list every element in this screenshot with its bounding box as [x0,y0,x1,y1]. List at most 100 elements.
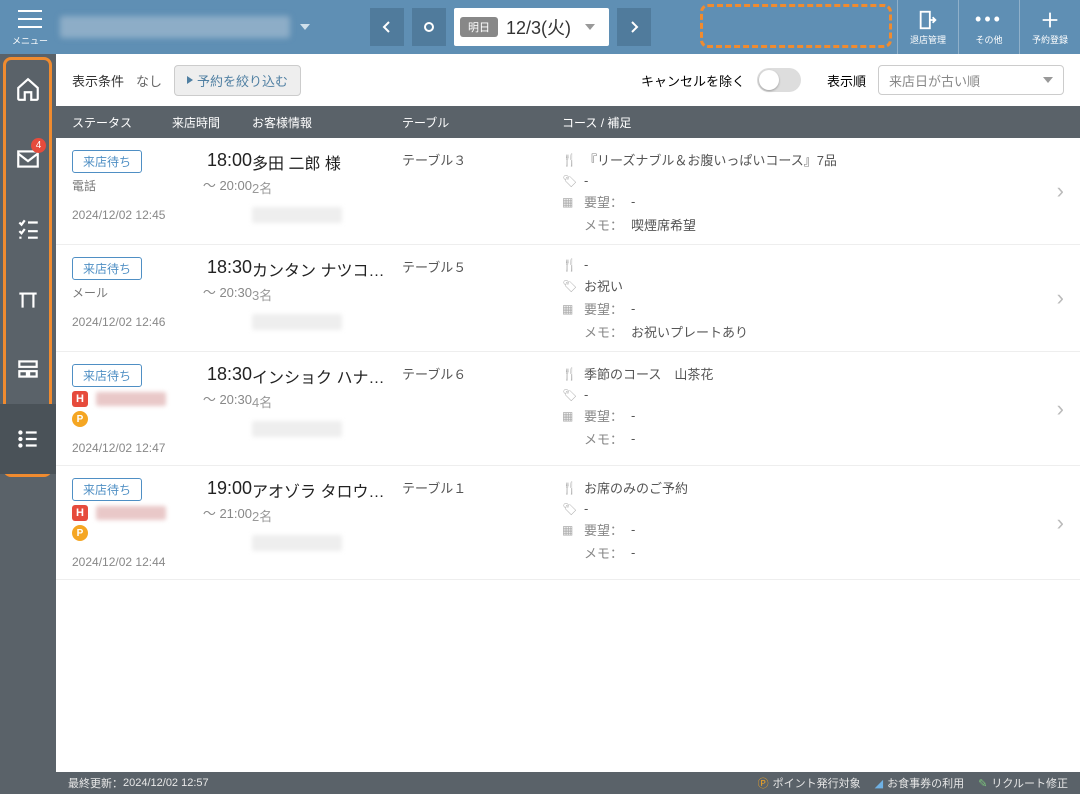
sidebar-table[interactable] [0,264,56,334]
filter-label: 表示条件 [72,71,124,90]
arrival-time: 19:00 [207,478,252,499]
status-chip: 来店待ち [72,257,142,280]
sidebar-list[interactable] [0,404,56,474]
filter-button[interactable]: 予約を絞り込む [174,65,301,96]
created-timestamp: 2024/12/02 12:44 [72,555,172,569]
utensils-icon: 🍴 [562,153,576,167]
col-header-course: コース / 補足 [562,114,1064,131]
chevron-right-icon: › [1057,510,1064,536]
sidebar-layout[interactable] [0,334,56,404]
reservation-via: H [72,391,172,407]
reservation-row[interactable]: 来店待ち 電話 2024/12/02 12:45 18:00 ～ 20:00 多… [56,138,1080,245]
store-selector[interactable] [60,16,360,38]
caret-down-icon [300,24,310,30]
status-chip: 来店待ち [72,364,142,387]
sidebar-checklist[interactable] [0,194,56,264]
customer-name: インショク ハナ… [252,364,392,388]
sort-select[interactable]: 来店日が古い順 [878,65,1064,95]
date-next-button[interactable] [617,8,651,46]
party-size: 3名 [252,285,402,304]
date-picker[interactable]: 明日 12/3(火) [454,8,609,46]
caret-down-icon [585,24,595,30]
legend-voucher: お食事券の利用 [887,775,964,791]
memo-value: - [631,431,635,446]
add-reservation-button[interactable]: 予約登録 [1020,0,1080,54]
utensils-icon: 🍴 [562,481,576,495]
created-timestamp: 2024/12/02 12:46 [72,315,172,329]
request-value: - [631,522,635,537]
last-updated-label: 最終更新： [68,775,123,791]
end-time: ～ 20:00 [203,175,252,194]
table-assignment: テーブル１ [402,478,562,497]
tag-icon: 🏷 [562,279,576,293]
legend-voucher-icon: ◢ [875,777,883,790]
status-chip: 来店待ち [72,478,142,501]
memo-value: お祝いプレートあり [631,322,748,341]
status-bar: 最終更新： 2024/12/02 12:57 Ⓟ ポイント発行対象 ◢ お食事券… [56,772,1080,794]
col-header-status: ステータス [72,114,172,131]
sidebar-mail[interactable]: 4 [0,124,56,194]
menu-button[interactable]: メニュー [0,0,60,54]
reservation-via: 電話 [72,177,172,194]
customer-name: 多田 二郎 様 [252,150,392,174]
customer-phone-redacted [252,207,342,223]
legend-recruit-icon: ✎ [978,777,987,790]
end-time: ～ 21:00 [203,503,252,522]
sidebar-home[interactable] [0,54,56,124]
tag-icon: 🏷 [562,174,576,188]
table-assignment: テーブル５ [402,257,562,276]
table-header: ステータス 来店時間 お客様情報 テーブル コース / 補足 [56,106,1080,138]
legend-point-icon: Ⓟ [758,775,769,791]
course-name: 『リーズナブル＆お腹いっぱいコース』7品 [584,150,837,169]
chevron-right-icon: › [1057,178,1064,204]
course-name: - [584,257,588,272]
col-header-time: 来店時間 [172,114,252,131]
sidebar: 4 [0,54,56,794]
reservation-via: メール [72,284,172,301]
tag-value: お祝い [584,276,623,295]
course-name: 季節のコース 山茶花 [584,364,713,383]
col-header-customer: お客様情報 [252,114,402,131]
hamburger-icon [18,10,42,12]
table-assignment: テーブル６ [402,364,562,383]
note-icon: ▦ [562,302,576,316]
tag-value: - [584,173,588,188]
tag-icon: 🏷 [562,502,576,516]
created-timestamp: 2024/12/02 12:47 [72,441,172,455]
reservation-row[interactable]: 来店待ち H P 2024/12/02 12:47 18:30 ～ 20:30 … [56,352,1080,466]
reservation-row[interactable]: 来店待ち H P 2024/12/02 12:44 19:00 ～ 21:00 … [56,466,1080,580]
filter-value: なし [136,71,162,90]
arrival-time: 18:30 [207,257,252,278]
store-name-redacted [60,16,290,38]
exclude-cancel-label: キャンセルを除く [641,71,745,90]
reservation-row[interactable]: 来店待ち メール 2024/12/02 12:46 18:30 ～ 20:30 … [56,245,1080,352]
source-h-badge: H [72,505,88,521]
utensils-icon: 🍴 [562,258,576,272]
sort-label: 表示順 [827,71,866,90]
arrival-time: 18:30 [207,364,252,385]
legend-point: ポイント発行対象 [773,775,861,791]
date-today-button[interactable] [412,8,446,46]
end-time: ～ 20:30 [203,389,252,408]
memo-value: 喫煙席希望 [631,215,696,234]
memo-value: - [631,545,635,560]
dots-icon: ••• [978,9,1000,31]
note-icon: ▦ [562,195,576,209]
request-value: - [631,408,635,423]
reservation-via: H [72,505,172,521]
arrival-time: 18:00 [207,150,252,171]
party-size: 4名 [252,392,402,411]
mail-badge: 4 [31,138,46,153]
checkout-mgmt-button[interactable]: 退店管理 [898,0,958,54]
date-prev-button[interactable] [370,8,404,46]
other-menu-button[interactable]: ••• その他 [959,0,1019,54]
exclude-cancel-toggle[interactable] [757,68,801,92]
end-time: ～ 20:30 [203,282,252,301]
circle-icon [424,22,434,32]
door-exit-icon [917,9,939,31]
course-name: お席のみのご予約 [584,478,688,497]
utensils-icon: 🍴 [562,367,576,381]
customer-name: アオゾラ タロウ… [252,478,392,502]
date-text: 12/3(火) [506,14,571,40]
col-header-table: テーブル [402,114,562,131]
